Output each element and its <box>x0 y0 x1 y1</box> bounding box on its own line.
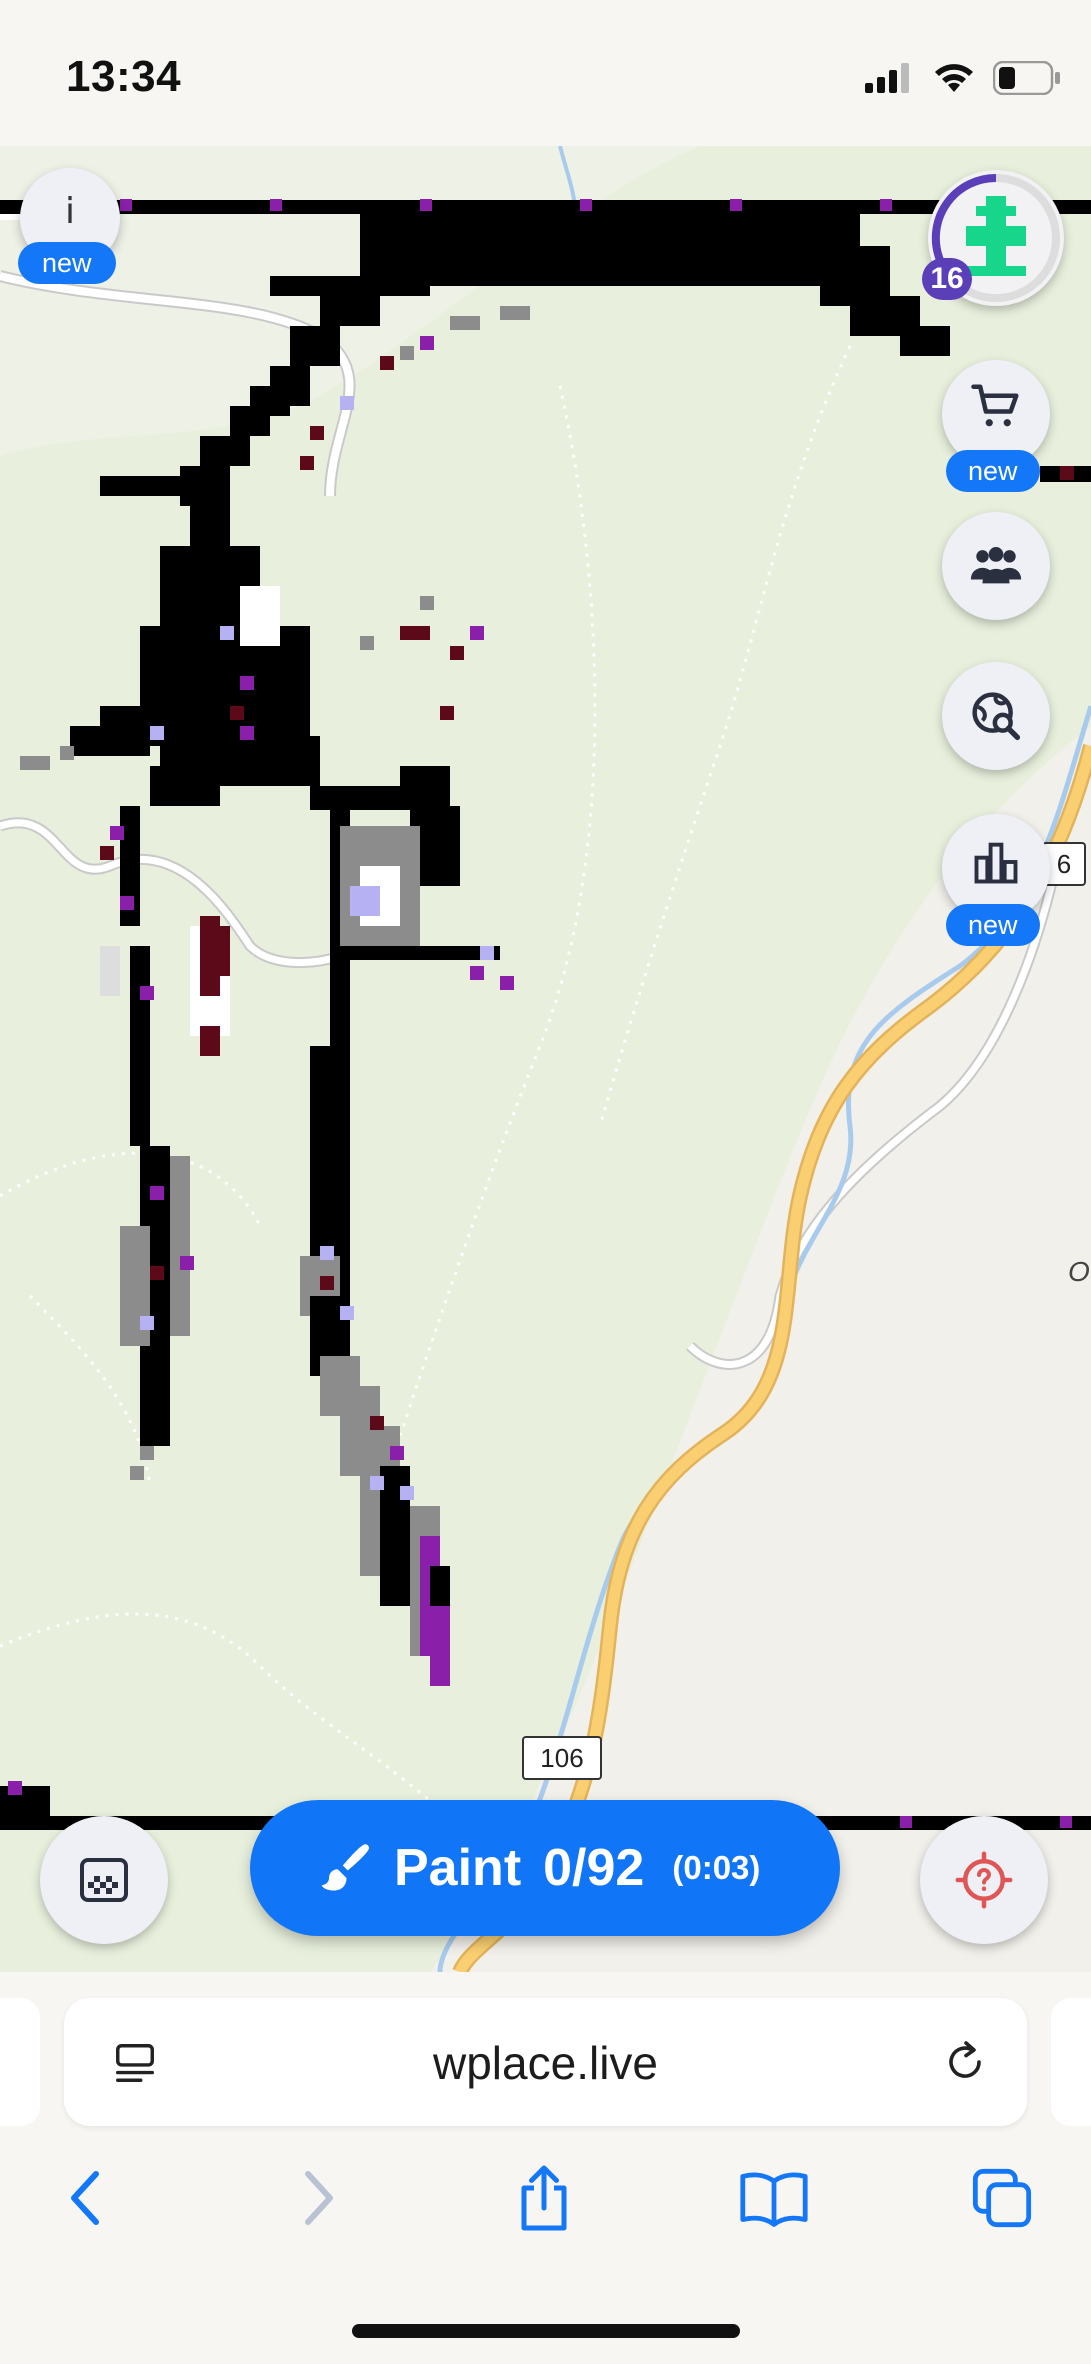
previous-tab-peek[interactable] <box>0 1998 40 2126</box>
store-new-badge: new <box>946 450 1040 492</box>
status-time: 13:34 <box>66 52 182 101</box>
avatar-pixel-icon <box>966 196 1026 276</box>
url-text: wplace.live <box>433 2037 658 2089</box>
next-tab-peek[interactable] <box>1051 1998 1091 2126</box>
map-canvas[interactable]: 106 6 O <box>0 146 1091 1972</box>
paint-charges: 0/92 <box>543 1839 645 1897</box>
checkered-overlay-icon <box>80 1858 128 1902</box>
cart-icon <box>971 384 1019 427</box>
browser-toolbar: wplace.live <box>0 1972 1091 2364</box>
back-icon[interactable] <box>66 2168 106 2228</box>
group-icon <box>970 547 1022 584</box>
map-place-label: O <box>1068 1256 1090 1287</box>
bookmarks-icon[interactable] <box>738 2168 810 2228</box>
locate-button[interactable] <box>920 1816 1048 1944</box>
battery-icon <box>993 61 1060 95</box>
paint-cooldown-timer: (0:03) <box>672 1849 761 1886</box>
info-new-badge: new <box>18 242 116 284</box>
cellular-signal-icon <box>865 63 909 93</box>
alliance-button[interactable] <box>942 512 1050 620</box>
address-bar[interactable]: wplace.live <box>64 1998 1027 2126</box>
home-indicator <box>352 2324 740 2338</box>
share-icon[interactable] <box>514 2162 574 2234</box>
crosshair-question-icon <box>955 1851 1013 1909</box>
leaderboard-new-badge: new <box>946 904 1040 946</box>
info-icon: i <box>64 190 75 232</box>
bar-chart-icon <box>974 842 1018 884</box>
overlay-toggle-button[interactable] <box>40 1816 168 1944</box>
forward-icon[interactable] <box>298 2168 338 2228</box>
tabs-icon[interactable] <box>970 2166 1034 2230</box>
profile-avatar[interactable]: 16 <box>922 170 1064 306</box>
status-bar: 13:34 <box>0 0 1091 146</box>
reload-icon[interactable] <box>941 2038 989 2086</box>
globe-search-icon <box>972 692 1021 741</box>
explore-button[interactable] <box>942 662 1050 770</box>
route-shield-106: 106 <box>522 1736 602 1780</box>
map-layer <box>0 146 1091 1972</box>
wifi-icon <box>935 64 973 92</box>
brush-icon <box>321 1844 369 1891</box>
paint-label: Paint <box>394 1839 522 1897</box>
status-icons <box>865 58 1061 98</box>
paint-button[interactable]: Paint 0/92 (0:03) <box>250 1800 840 1936</box>
level-badge: 16 <box>922 258 972 300</box>
